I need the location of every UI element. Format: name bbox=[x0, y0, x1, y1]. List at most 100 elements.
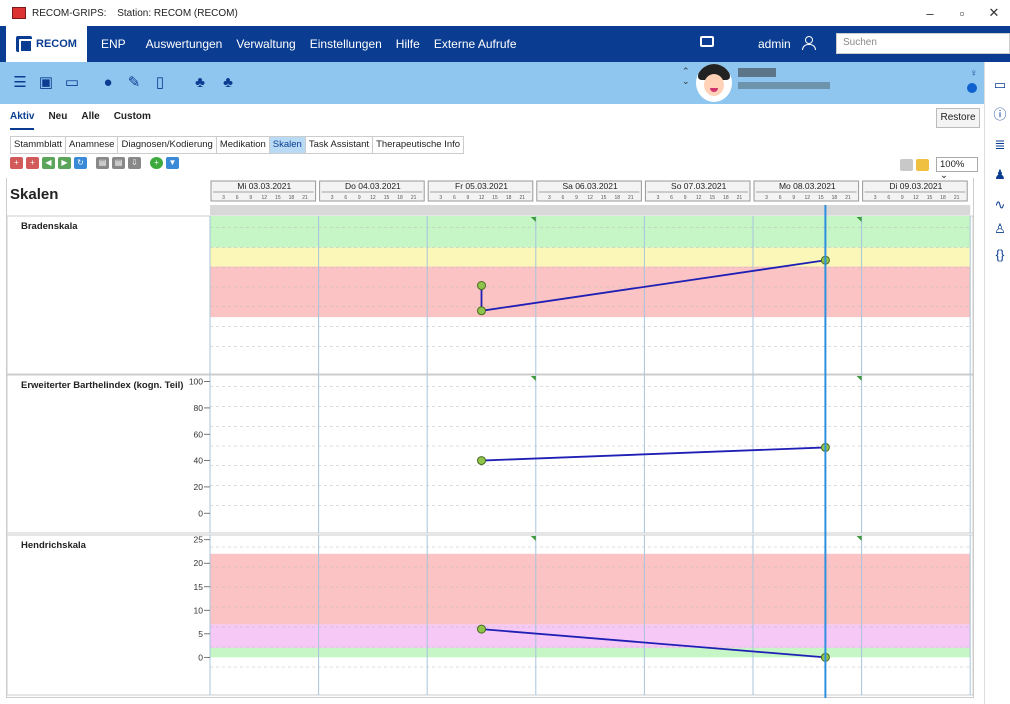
hospital-icon bbox=[16, 36, 33, 53]
drop-icon[interactable]: ● bbox=[100, 75, 116, 91]
hour-tick-label: 6 bbox=[562, 195, 565, 201]
patient-switch-chevron-icon[interactable]: ⌃ ⌄ bbox=[682, 66, 690, 86]
chart-icon[interactable]: ∿ bbox=[993, 198, 1007, 212]
patient-header[interactable]: ⌃ ⌄ bbox=[682, 62, 984, 104]
print-preview-icon[interactable]: ▤ bbox=[112, 157, 125, 169]
alert-icon[interactable]: ♀ bbox=[970, 68, 978, 79]
recom-logo[interactable]: RECOM bbox=[6, 26, 87, 62]
tab-anamnese[interactable]: Anamnese bbox=[65, 136, 118, 154]
hour-tick-label: 9 bbox=[575, 195, 578, 201]
maximize-button[interactable]: ▫ bbox=[946, 0, 978, 26]
hour-tick-label: 18 bbox=[289, 195, 295, 201]
y-tick-label: 25 bbox=[194, 535, 204, 545]
scales-chart[interactable]: Mi 03.03.2021 3 6 9 12 15 18 21 Do 04.03.2021 3 6 9… bbox=[6, 178, 974, 698]
subtab-alle[interactable]: Alle bbox=[81, 108, 99, 130]
y-tick-label: 80 bbox=[194, 403, 204, 413]
filter-tabs: Aktiv Neu Alle Custom bbox=[10, 108, 165, 130]
add-circle-icon[interactable]: + bbox=[150, 157, 163, 169]
hour-tick-label: 12 bbox=[479, 195, 485, 201]
print-icon[interactable]: ▤ bbox=[96, 157, 109, 169]
person-icon[interactable]: ♙ bbox=[993, 222, 1007, 236]
tab-medikation[interactable]: Medikation bbox=[215, 136, 269, 154]
menu-externe-aufrufe[interactable]: Externe Aufrufe bbox=[434, 37, 517, 51]
refresh-icon[interactable]: ↻ bbox=[74, 157, 87, 169]
risk-band bbox=[210, 647, 971, 658]
day-header-label: Mi 03.03.2021 bbox=[237, 181, 291, 191]
hour-tick-label: 15 bbox=[601, 195, 607, 201]
menu-auswertungen[interactable]: Auswertungen bbox=[146, 37, 223, 51]
hour-tick-label: 12 bbox=[587, 195, 593, 201]
info-icon[interactable]: ⓘ bbox=[993, 108, 1007, 122]
subtab-custom[interactable]: Custom bbox=[114, 108, 151, 130]
hour-tick-label: 6 bbox=[779, 195, 782, 201]
users-icon[interactable]: ♟ bbox=[993, 168, 1007, 182]
window-title-text: RECOM-GRIPS: bbox=[32, 7, 107, 19]
hour-tick-label: 3 bbox=[439, 195, 442, 201]
data-point bbox=[477, 624, 486, 634]
list-icon[interactable]: ☰ bbox=[12, 75, 28, 91]
hour-tick-label: 15 bbox=[275, 195, 281, 201]
tab-task-assistant[interactable]: Task Assistant bbox=[304, 136, 373, 154]
folder-icon[interactable]: ▭ bbox=[993, 78, 1007, 92]
chart-toolbar: + + ◀ ▶ ↻ ▤ ▤ ⇩ + ▼ bbox=[10, 157, 182, 173]
infusion-icon[interactable]: ▯ bbox=[152, 75, 168, 91]
tab-skalen[interactable]: Skalen bbox=[268, 136, 305, 154]
subtab-neu[interactable]: Neu bbox=[48, 108, 67, 130]
chat-icon[interactable]: ▭ bbox=[64, 75, 80, 91]
hour-tick-label: 12 bbox=[805, 195, 811, 201]
document-icon[interactable]: ≣ bbox=[993, 138, 1007, 152]
export-icon[interactable]: ⇩ bbox=[128, 157, 141, 169]
y-tick-label: 0 bbox=[198, 652, 203, 662]
group-icon[interactable]: ♣ bbox=[192, 75, 208, 91]
day-header-label: Fr 05.03.2021 bbox=[455, 181, 508, 191]
y-tick-label: 10 bbox=[194, 605, 204, 615]
menu-hilfe[interactable]: Hilfe bbox=[396, 37, 420, 51]
hour-tick-label: 15 bbox=[384, 195, 390, 201]
zoom-select[interactable]: 100% ⌄ bbox=[936, 157, 978, 181]
hour-tick-label: 6 bbox=[670, 195, 673, 201]
y-tick-label: 15 bbox=[194, 582, 204, 592]
code-icon[interactable]: {} bbox=[993, 248, 1007, 262]
calendar-icon[interactable] bbox=[916, 158, 929, 171]
tab-diagnosen[interactable]: Diagnosen/Kodierung bbox=[117, 136, 216, 154]
y-tick-label: 20 bbox=[194, 482, 204, 492]
syringe-icon[interactable]: ✎ bbox=[126, 75, 142, 91]
tab-therapeutische-info[interactable]: Therapeutische Info bbox=[372, 136, 465, 154]
menu-verwaltung[interactable]: Verwaltung bbox=[236, 37, 295, 51]
hour-tick-label: 9 bbox=[249, 195, 252, 201]
previous-icon[interactable]: ◀ bbox=[42, 157, 55, 169]
menu-enp[interactable]: ENP bbox=[101, 37, 126, 51]
hour-tick-label: 18 bbox=[723, 195, 729, 201]
hour-tick-label: 21 bbox=[737, 195, 743, 201]
hour-tick-label: 12 bbox=[696, 195, 702, 201]
close-button[interactable]: ✕ bbox=[978, 0, 1010, 26]
eraser-icon[interactable] bbox=[900, 158, 913, 171]
group-alt-icon[interactable]: ♣ bbox=[220, 75, 236, 91]
search-input[interactable]: Suchen bbox=[836, 33, 1010, 54]
mail-icon[interactable] bbox=[700, 36, 714, 47]
data-point bbox=[477, 456, 486, 466]
filter-icon[interactable]: ▼ bbox=[166, 157, 179, 169]
calendar-check-icon[interactable]: ▣ bbox=[38, 75, 54, 91]
patient-name-redacted bbox=[738, 68, 776, 77]
menu-einstellungen[interactable]: Einstellungen bbox=[310, 37, 382, 51]
page-title: Skalen bbox=[10, 186, 59, 203]
next-icon[interactable]: ▶ bbox=[58, 157, 71, 169]
y-tick-label: 40 bbox=[194, 456, 204, 466]
data-point bbox=[477, 281, 486, 291]
hour-tick-label: 18 bbox=[397, 195, 403, 201]
add-entry-icon[interactable]: + bbox=[10, 157, 23, 169]
add-scale-icon[interactable]: + bbox=[26, 157, 39, 169]
hour-tick-label: 6 bbox=[887, 195, 890, 201]
tab-stammblatt[interactable]: Stammblatt bbox=[10, 136, 66, 154]
hour-tick-label: 18 bbox=[506, 195, 512, 201]
risk-band bbox=[210, 553, 971, 625]
minimize-button[interactable]: – bbox=[914, 0, 946, 26]
subtab-aktiv[interactable]: Aktiv bbox=[10, 108, 35, 130]
y-tick-label: 60 bbox=[194, 429, 204, 439]
restore-button[interactable]: Restore bbox=[936, 108, 980, 128]
user-icon[interactable] bbox=[802, 36, 816, 50]
user-name[interactable]: admin bbox=[758, 37, 791, 51]
record-tabs: Stammblatt Anamnese Diagnosen/Kodierung … bbox=[10, 136, 465, 154]
day-header-label: Do 04.03.2021 bbox=[345, 181, 401, 191]
